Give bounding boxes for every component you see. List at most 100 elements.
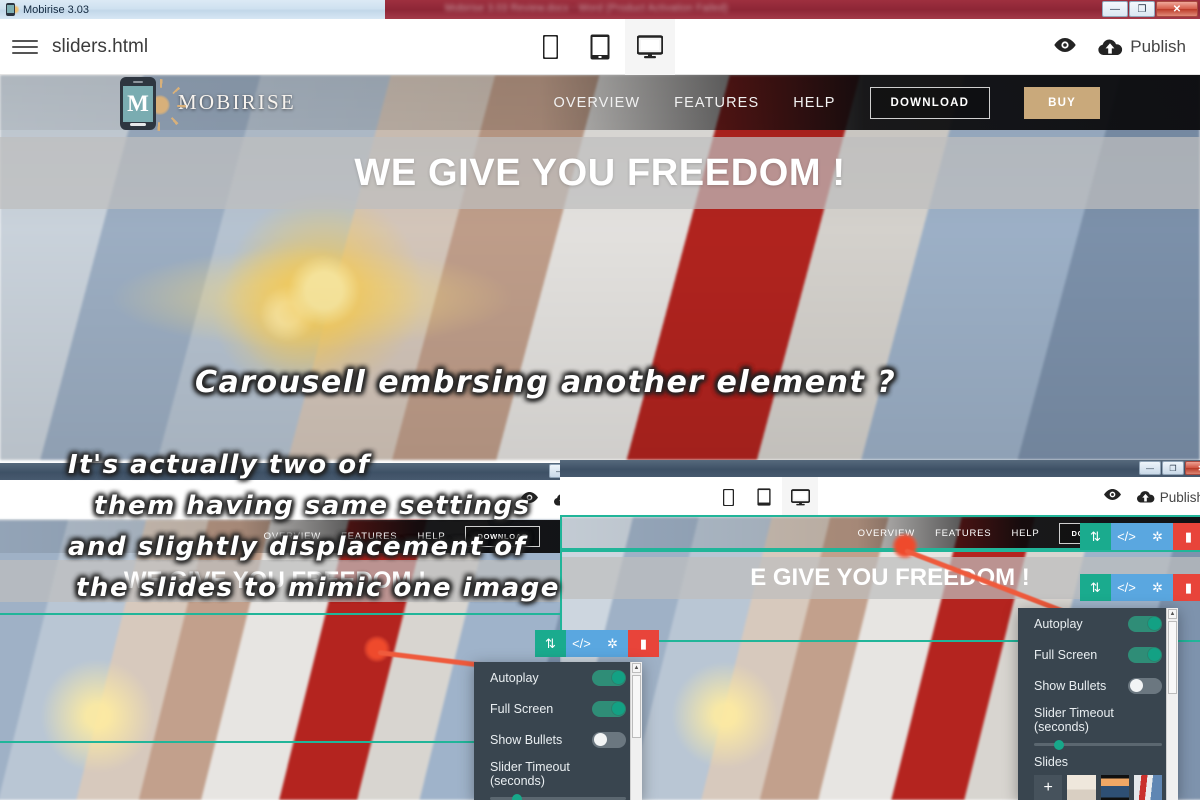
- code-brackets-icon[interactable]: </>: [566, 630, 597, 657]
- gear-icon[interactable]: ✲: [1142, 574, 1173, 601]
- scroll-up-arrow[interactable]: ▲: [632, 663, 641, 673]
- inset-right-device-desktop[interactable]: [782, 477, 818, 517]
- setting-label: Full Screen: [490, 701, 554, 716]
- inset-right-window-controls: — ❐ ✕: [1139, 461, 1200, 475]
- close-button[interactable]: ✕: [1156, 1, 1198, 17]
- toolbar-actions: Publish: [1053, 19, 1186, 75]
- inset-right-device-tablet[interactable]: [746, 477, 782, 517]
- annotation-line-3: and slightly displacement of: [68, 532, 527, 562]
- inset-right-hero-heading: E GIVE YOU FREEDOM !: [750, 564, 1030, 591]
- setting-label: Autoplay: [1034, 616, 1083, 631]
- element-toolbar-right-hero: ⇅ </> ✲ ▮: [1080, 574, 1200, 601]
- slide-thumbnail[interactable]: [1133, 775, 1162, 800]
- inset-right-minimize[interactable]: —: [1139, 461, 1161, 475]
- eye-icon: [1103, 488, 1121, 501]
- tablet-icon: [757, 488, 771, 506]
- app-titlebar[interactable]: Mobirise 3.03: [0, 0, 385, 19]
- scroll-thumb[interactable]: [632, 675, 641, 739]
- annotation-line-2: them having same settings: [94, 491, 531, 521]
- panel-scrollbar-right[interactable]: ▲: [1166, 608, 1178, 800]
- nav-item-overview[interactable]: OVERVIEW: [553, 95, 640, 111]
- setting-fullscreen-left[interactable]: Full Screen: [474, 693, 642, 724]
- hero-heading-band: WE GIVE YOU FREEDOM !: [0, 137, 1200, 209]
- gear-icon[interactable]: ✲: [597, 630, 628, 657]
- bullets-toggle[interactable]: [592, 731, 626, 748]
- trash-icon[interactable]: ▮: [1173, 574, 1200, 601]
- arrow-head-left: [364, 636, 390, 662]
- publish-button[interactable]: Publish: [1097, 37, 1186, 57]
- mobirise-app-icon: [5, 3, 19, 16]
- window-titlebar: Mobirise 3.03 Review.docx - Word (Produc…: [0, 0, 1200, 19]
- bullets-toggle[interactable]: [1128, 677, 1162, 694]
- logo-letter: M: [123, 85, 153, 122]
- maximize-button[interactable]: ❐: [1129, 1, 1155, 17]
- slide-thumbnail[interactable]: [1100, 775, 1129, 800]
- hero-background-image: [0, 75, 1200, 460]
- inset-right-toolbar: Publish: [560, 477, 1200, 517]
- panel-scrollbar-left[interactable]: ▲: [630, 662, 642, 800]
- background-window-titlebar[interactable]: Mobirise 3.03 Review.docx - Word (Produc…: [385, 0, 1200, 19]
- inset-right-publish-button[interactable]: Publish: [1136, 490, 1200, 505]
- site-brand[interactable]: M MOBIRISE: [118, 75, 296, 133]
- nav-item-help[interactable]: HELP: [793, 95, 835, 111]
- site-navbar: M MOBIRISE OVERVIEW FEATURES HELP DOWNLO…: [0, 75, 1200, 130]
- scroll-up-arrow[interactable]: ▲: [1168, 609, 1177, 619]
- device-mobile-button[interactable]: [525, 19, 575, 75]
- slides-label: Slides: [1034, 755, 1069, 769]
- device-tablet-button[interactable]: [575, 19, 625, 75]
- download-button[interactable]: DOWNLOAD: [869, 86, 991, 119]
- inset-right-device-mobile[interactable]: [710, 477, 746, 517]
- preview-eye-button[interactable]: [1053, 37, 1077, 58]
- slider-settings-panel-right[interactable]: Autoplay Full Screen Show Bullets Slider…: [1018, 608, 1178, 800]
- hamburger-icon[interactable]: [12, 34, 38, 60]
- background-window-title: Mobirise 3.03 Review.docx - Word (Produc…: [445, 3, 729, 14]
- site-nav-links: OVERVIEW FEATURES HELP DOWNLOAD BUY: [553, 86, 1100, 119]
- window-controls: — ❐ ✕: [1102, 1, 1198, 17]
- cloud-upload-icon: [1136, 491, 1155, 503]
- setting-label: Show Bullets: [1034, 678, 1107, 693]
- nav-item-features[interactable]: FEATURES: [674, 95, 759, 111]
- inset-right-close[interactable]: ✕: [1185, 461, 1200, 475]
- slider-timeout-control[interactable]: [1034, 739, 1162, 750]
- setting-autoplay-left[interactable]: Autoplay: [474, 662, 642, 693]
- hero-heading: WE GIVE YOU FREEDOM !: [354, 151, 846, 194]
- gear-icon[interactable]: ✲: [1142, 523, 1173, 550]
- code-brackets-icon[interactable]: </>: [1111, 574, 1142, 601]
- move-updown-icon[interactable]: ⇅: [535, 630, 566, 657]
- fullscreen-toggle[interactable]: [1128, 646, 1162, 663]
- move-updown-icon[interactable]: ⇅: [1080, 574, 1111, 601]
- buy-button[interactable]: BUY: [1024, 86, 1100, 119]
- device-desktop-button[interactable]: [625, 19, 675, 75]
- element-toolbar-right-nav: ⇅ </> ✲ ▮: [1080, 523, 1200, 550]
- setting-bullets-left[interactable]: Show Bullets: [474, 724, 642, 755]
- slider-settings-panel-left[interactable]: Autoplay Full Screen Show Bullets Slider…: [474, 662, 642, 800]
- slides-list-right: +: [1018, 771, 1178, 800]
- app-toolbar: sliders.html Publish: [0, 19, 1200, 75]
- screen: Mobirise 3.03 Review.docx - Word (Produc…: [0, 0, 1200, 800]
- add-slide-button[interactable]: +: [1034, 775, 1063, 800]
- move-updown-icon[interactable]: ⇅: [1080, 523, 1111, 550]
- slider-timeout-label: Slider Timeout (seconds): [1034, 706, 1114, 734]
- autoplay-toggle[interactable]: [592, 669, 626, 686]
- setting-fullscreen-right[interactable]: Full Screen: [1018, 639, 1178, 670]
- inset-right-nav-features[interactable]: FEATURES: [935, 528, 991, 539]
- setting-autoplay-right[interactable]: Autoplay: [1018, 608, 1178, 639]
- desktop-icon: [790, 488, 810, 505]
- inset-right-nav-help[interactable]: HELP: [1011, 528, 1039, 539]
- inset-right-preview-button[interactable]: [1103, 488, 1122, 506]
- inset-right-titlebar[interactable]: — ❐ ✕: [560, 460, 1200, 477]
- inset-right-device-switcher: [710, 477, 818, 517]
- setting-bullets-right[interactable]: Show Bullets: [1018, 670, 1178, 701]
- slide-thumbnail[interactable]: [1067, 775, 1096, 800]
- publish-label: Publish: [1130, 37, 1186, 56]
- minimize-button[interactable]: —: [1102, 1, 1128, 17]
- trash-icon[interactable]: ▮: [628, 630, 659, 657]
- scroll-thumb[interactable]: [1168, 621, 1177, 694]
- autoplay-toggle[interactable]: [1128, 615, 1162, 632]
- code-brackets-icon[interactable]: </>: [1111, 523, 1142, 550]
- trash-icon[interactable]: ▮: [1173, 523, 1200, 550]
- fullscreen-toggle[interactable]: [592, 700, 626, 717]
- inset-right-maximize[interactable]: ❐: [1162, 461, 1184, 475]
- setting-label: Show Bullets: [490, 732, 563, 747]
- element-toolbar-left: ⇅ </> ✲ ▮: [535, 630, 659, 657]
